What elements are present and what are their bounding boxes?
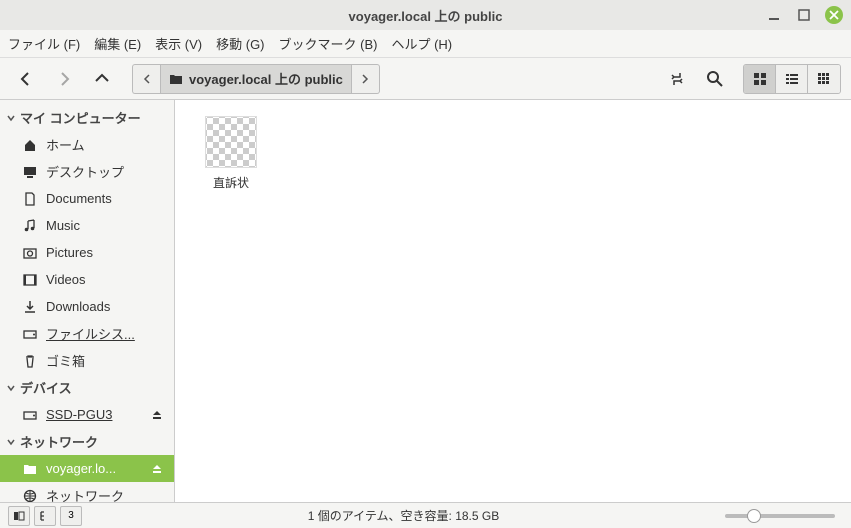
menu-edit[interactable]: 編集 (E)	[94, 34, 141, 53]
sidebar-item-pictures[interactable]: Pictures	[0, 239, 174, 266]
forward-button[interactable]	[48, 63, 80, 95]
path-prev-button[interactable]	[132, 64, 160, 94]
sidebar-section-network[interactable]: ネットワーク	[0, 428, 174, 455]
videos-icon	[22, 272, 38, 288]
menu-help[interactable]: ヘルプ (H)	[391, 34, 452, 53]
toggle-location-button[interactable]	[661, 63, 693, 95]
titlebar: voyager.local 上の public	[0, 0, 851, 30]
eject-icon[interactable]	[150, 408, 164, 422]
sidebar-item-downloads[interactable]: Downloads	[0, 293, 174, 320]
file-label: 直訴状	[213, 174, 249, 191]
maximize-button[interactable]	[795, 6, 813, 24]
sidebar-item-voyager[interactable]: voyager.lo...	[0, 455, 174, 482]
sidebar-item-music[interactable]: Music	[0, 212, 174, 239]
sidebar-item-home[interactable]: ホーム	[0, 131, 174, 158]
menu-view[interactable]: 表示 (V)	[155, 34, 202, 53]
sidebar: マイ コンピューター ホーム デスクトップ Documents Music Pi…	[0, 100, 175, 502]
statusbar-text: 1 個のアイテム、空き容量: 18.5 GB	[82, 507, 725, 524]
desktop-icon	[22, 164, 38, 180]
downloads-icon	[22, 299, 38, 315]
home-icon	[22, 137, 38, 153]
view-mode-group	[743, 64, 841, 94]
menu-file[interactable]: ファイル (F)	[8, 34, 80, 53]
network-icon	[22, 488, 38, 503]
list-view-button[interactable]	[776, 65, 808, 93]
file-thumbnail-icon	[205, 116, 257, 168]
sidebar-item-ssd[interactable]: SSD-PGU3	[0, 401, 174, 428]
toolbar: voyager.local 上の public	[0, 58, 851, 100]
pictures-icon	[22, 245, 38, 261]
folder-icon	[169, 72, 183, 86]
sidebar-item-label: ゴミ箱	[46, 351, 168, 370]
menu-bookmarks[interactable]: ブックマーク (B)	[279, 34, 378, 53]
sidebar-item-desktop[interactable]: デスクトップ	[0, 158, 174, 185]
sidebar-item-label: Music	[46, 218, 168, 233]
sidebar-item-filesystem[interactable]: ファイルシス...	[0, 320, 174, 347]
sidebar-section-label: ネットワーク	[20, 432, 98, 451]
sidebar-section-devices[interactable]: デバイス	[0, 374, 174, 401]
sidebar-section-label: デバイス	[20, 378, 72, 397]
search-button[interactable]	[699, 63, 731, 95]
sidebar-item-videos[interactable]: Videos	[0, 266, 174, 293]
documents-icon	[22, 191, 38, 207]
minimize-button[interactable]	[765, 6, 783, 24]
menu-go[interactable]: 移動 (G)	[216, 34, 264, 53]
window-controls	[765, 6, 843, 24]
zoom-slider-thumb[interactable]	[747, 509, 761, 523]
sidebar-item-label: ファイルシス...	[46, 324, 168, 343]
up-button[interactable]	[86, 63, 118, 95]
sidebar-item-label: デスクトップ	[46, 162, 168, 181]
sidebar-item-label: Downloads	[46, 299, 168, 314]
sidebar-item-label: SSD-PGU3	[46, 407, 142, 422]
window-title: voyager.local 上の public	[349, 6, 503, 25]
menubar: ファイル (F) 編集 (E) 表示 (V) 移動 (G) ブックマーク (B)…	[0, 30, 851, 58]
drive-icon	[22, 326, 38, 342]
sidebar-item-label: ネットワーク	[46, 486, 168, 502]
sidebar-item-documents[interactable]: Documents	[0, 185, 174, 212]
music-icon	[22, 218, 38, 234]
zoom-slider[interactable]	[725, 514, 835, 518]
file-item[interactable]: 直訴状	[191, 116, 271, 191]
file-view[interactable]: 直訴状	[175, 100, 851, 502]
chevron-down-icon	[6, 437, 16, 447]
sidebar-item-label: Videos	[46, 272, 168, 287]
statusbar-button-3[interactable]: 3	[60, 506, 82, 526]
sidebar-section-label: マイ コンピューター	[20, 108, 141, 127]
chevron-down-icon	[6, 113, 16, 123]
chevron-down-icon	[6, 383, 16, 393]
eject-icon[interactable]	[150, 462, 164, 476]
icon-view-button[interactable]	[744, 65, 776, 93]
compact-view-button[interactable]	[808, 65, 840, 93]
folder-icon	[22, 461, 38, 477]
sidebar-item-trash[interactable]: ゴミ箱	[0, 347, 174, 374]
sidebar-section-computer[interactable]: マイ コンピューター	[0, 104, 174, 131]
sidebar-item-label: Documents	[46, 191, 168, 206]
sidebar-item-label: Pictures	[46, 245, 168, 260]
path-location-label: voyager.local 上の public	[189, 69, 343, 88]
sidebar-item-label: voyager.lo...	[46, 461, 142, 476]
file-grid: 直訴状	[191, 116, 835, 191]
path-location[interactable]: voyager.local 上の public	[160, 64, 352, 94]
back-button[interactable]	[10, 63, 42, 95]
sidebar-item-label: ホーム	[46, 135, 168, 154]
drive-icon	[22, 407, 38, 423]
places-toggle-button[interactable]	[8, 506, 30, 526]
close-button[interactable]	[825, 6, 843, 24]
sidebar-item-network[interactable]: ネットワーク	[0, 482, 174, 502]
tree-toggle-button[interactable]	[34, 506, 56, 526]
main-area: マイ コンピューター ホーム デスクトップ Documents Music Pi…	[0, 100, 851, 502]
statusbar: 3 1 個のアイテム、空き容量: 18.5 GB	[0, 502, 851, 528]
path-next-button[interactable]	[352, 64, 380, 94]
pathbar: voyager.local 上の public	[132, 64, 380, 94]
statusbar-left: 3	[8, 506, 82, 526]
trash-icon	[22, 353, 38, 369]
